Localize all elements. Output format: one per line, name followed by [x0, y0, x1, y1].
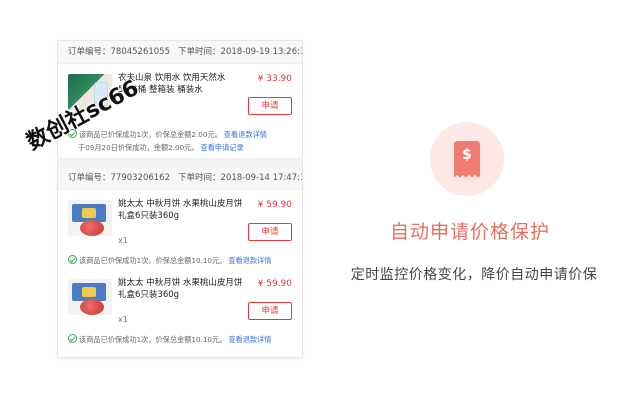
product-qty: x1 [118, 236, 128, 245]
refund-detail-link[interactable]: 查看退款详情 [228, 335, 271, 344]
price-protect-note: 该商品已价保成功1次，价保总金额10.10元。 查看退款详情 [58, 333, 302, 346]
check-circle-icon [68, 334, 77, 343]
note-text: 于09月20日价保成功，金额2.00元。 [78, 143, 199, 152]
price-protect-note: 该商品已价保成功1次，价保总金额10.10元。 查看退款详情 [58, 254, 302, 267]
product-name[interactable]: 姚太太 中秋月饼 水果桃山皮月饼礼盒6只装360g [118, 198, 244, 222]
order-divider [58, 158, 302, 167]
order-time: 2018-09-19 13:26:32 [220, 47, 303, 57]
order-item: 姚太太 中秋月饼 水果桃山皮月饼礼盒6只装360g x1 ¥ 59.90 申请 [58, 190, 302, 254]
refund-detail-link[interactable]: 查看退款详情 [228, 256, 271, 265]
receipt-yen-icon: $ [454, 141, 480, 180]
order-time-label: 下单时间： [178, 173, 221, 183]
product-image[interactable] [68, 279, 112, 315]
product-image[interactable] [68, 200, 112, 236]
feature-icon-circle: $ [430, 122, 504, 196]
product-price: ¥ 59.90 [257, 279, 292, 289]
product-price: ¥ 59.90 [257, 200, 292, 210]
feature-subtitle: 定时监控价格变化，降价自动申请价保 [350, 267, 598, 283]
order-no: 78045261055 [110, 47, 171, 57]
product-qty: x1 [118, 315, 128, 324]
feature-title: 自动申请价格保护 [389, 221, 550, 243]
price-protect-note: 该商品已价保成功1次，价保总金额2.00元。 查看退款详情 [58, 128, 302, 141]
apply-button[interactable]: 申请 [248, 223, 292, 241]
refund-detail-link[interactable]: 查看退款详情 [224, 130, 267, 139]
order-time-label: 下单时间： [178, 47, 221, 57]
product-price: ¥ 33.90 [257, 74, 292, 84]
product-name[interactable]: 姚太太 中秋月饼 水果桃山皮月饼礼盒6只装360g [118, 277, 244, 301]
note-text: 该商品已价保成功1次，价保总金额10.10元。 [79, 335, 227, 344]
price-protect-record: 于09月20日价保成功，金额2.00元。 查看申请记录 [58, 141, 302, 154]
order-no-label: 订单编号： [68, 47, 111, 57]
note-text: 该商品已价保成功1次，价保总金额10.10元。 [79, 256, 227, 265]
apply-button[interactable]: 申请 [248, 302, 292, 320]
order-no-label: 订单编号： [68, 173, 111, 183]
order-header: 订单编号：77903206162 下单时间：2018-09-14 17:47:19 [58, 167, 302, 190]
order-no: 77903206162 [110, 173, 171, 183]
order-time: 2018-09-14 17:47:19 [220, 173, 303, 183]
check-circle-icon [68, 255, 77, 264]
note-text: 该商品已价保成功1次，价保总金额2.00元。 [79, 130, 222, 139]
apply-button[interactable]: 申请 [248, 97, 292, 115]
order-header: 订单编号：78045261055 下单时间：2018-09-19 13:26:32 [58, 41, 302, 64]
apply-record-link[interactable]: 查看申请记录 [201, 143, 244, 152]
order-item: 姚太太 中秋月饼 水果桃山皮月饼礼盒6只装360g x1 ¥ 59.90 申请 [58, 269, 302, 333]
